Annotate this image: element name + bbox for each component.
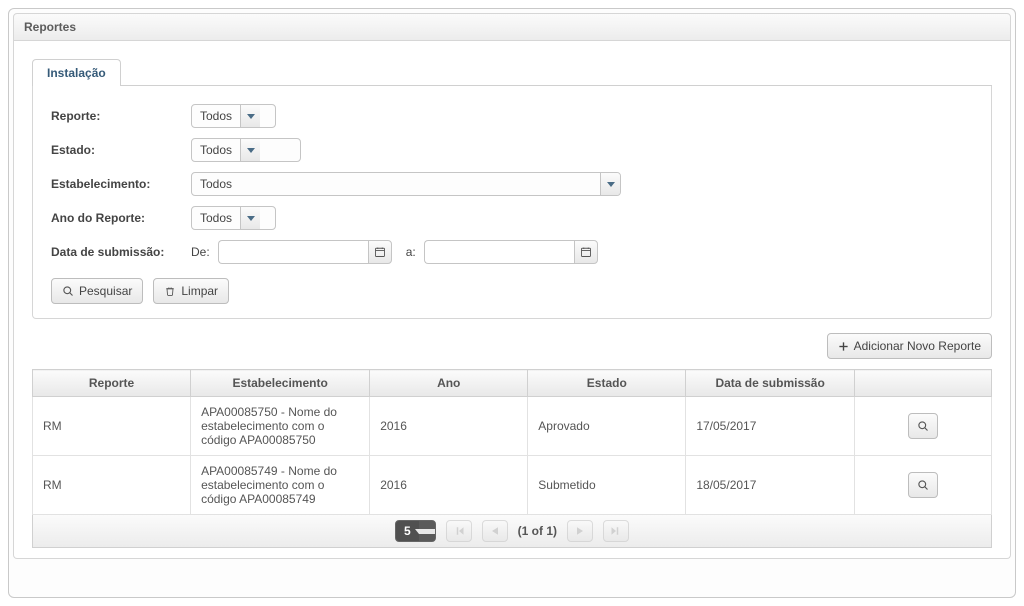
chevron-down-icon [419, 521, 435, 541]
tab-bar: Instalação [32, 59, 992, 86]
search-button-label: Pesquisar [79, 284, 132, 298]
page-first-button[interactable] [446, 520, 472, 542]
filters-box: Reporte: Todos Estado: Todos Estabelecim… [32, 86, 992, 319]
ano-select[interactable]: Todos [191, 206, 276, 230]
col-reporte: Reporte [33, 370, 191, 397]
col-estado: Estado [528, 370, 686, 397]
estab-select[interactable]: Todos [191, 172, 621, 196]
cell-data: 17/05/2017 [686, 397, 855, 456]
calendar-icon[interactable] [574, 240, 598, 264]
paginator: 5 (1 of 1) [32, 515, 992, 548]
page-position: (1 of 1) [518, 524, 557, 538]
chevron-down-icon [240, 105, 260, 127]
date-to-group [424, 240, 598, 264]
clear-button-label: Limpar [181, 284, 218, 298]
ano-label: Ano do Reporte: [51, 211, 191, 225]
page-size-select[interactable]: 5 [395, 520, 436, 542]
col-actions [854, 370, 991, 397]
search-button[interactable]: Pesquisar [51, 278, 143, 304]
chevron-down-icon [240, 207, 260, 229]
estado-select[interactable]: Todos [191, 138, 301, 162]
col-estabelecimento: Estabelecimento [191, 370, 370, 397]
estado-select-value: Todos [192, 139, 240, 161]
table-row: RM APA00085750 - Nome do estabelecimento… [33, 397, 992, 456]
tab-label: Instalação [47, 66, 106, 80]
page-prev-button[interactable] [482, 520, 508, 542]
table-header-row: Reporte Estabelecimento Ano Estado Data … [33, 370, 992, 397]
estado-label: Estado: [51, 143, 191, 157]
add-report-button-label: Adicionar Novo Reporte [854, 339, 981, 353]
reports-panel: Reportes Instalação Reporte: Todos Estad… [8, 8, 1016, 598]
date-from-group [218, 240, 392, 264]
trash-icon [164, 285, 176, 297]
search-icon [917, 479, 929, 491]
view-row-button[interactable] [908, 472, 938, 498]
table-row: RM APA00085749 - Nome do estabelecimento… [33, 456, 992, 515]
de-label: De: [191, 245, 210, 259]
clear-button[interactable]: Limpar [153, 278, 229, 304]
search-icon [917, 420, 929, 432]
plus-icon [838, 341, 849, 352]
chevron-down-icon [600, 173, 620, 195]
reports-table: Reporte Estabelecimento Ano Estado Data … [32, 369, 992, 515]
page-last-button[interactable] [603, 520, 629, 542]
panel-body: Instalação Reporte: Todos Estado: Todos … [13, 41, 1011, 559]
search-icon [62, 285, 74, 297]
cell-estado: Aprovado [528, 397, 686, 456]
chevron-down-icon [240, 139, 260, 161]
estab-select-value: Todos [192, 173, 600, 195]
date-to-input[interactable] [424, 240, 574, 264]
cell-ano: 2016 [370, 397, 528, 456]
data-submissao-label: Data de submissão: [51, 245, 191, 259]
estab-label: Estabelecimento: [51, 177, 191, 191]
tab-instalacao[interactable]: Instalação [32, 59, 121, 86]
cell-reporte: RM [33, 397, 191, 456]
page-next-button[interactable] [567, 520, 593, 542]
ano-select-value: Todos [192, 207, 240, 229]
add-report-button[interactable]: Adicionar Novo Reporte [827, 333, 992, 359]
reporte-select[interactable]: Todos [191, 104, 276, 128]
cell-estabelecimento: APA00085750 - Nome do estabelecimento co… [191, 397, 370, 456]
cell-estabelecimento: APA00085749 - Nome do estabelecimento co… [191, 456, 370, 515]
cell-data: 18/05/2017 [686, 456, 855, 515]
cell-ano: 2016 [370, 456, 528, 515]
panel-title: Reportes [13, 13, 1011, 41]
col-ano: Ano [370, 370, 528, 397]
a-label: a: [406, 245, 416, 259]
cell-reporte: RM [33, 456, 191, 515]
calendar-icon[interactable] [368, 240, 392, 264]
col-data-submissao: Data de submissão [686, 370, 855, 397]
view-row-button[interactable] [908, 413, 938, 439]
reporte-label: Reporte: [51, 109, 191, 123]
reporte-select-value: Todos [192, 105, 240, 127]
date-from-input[interactable] [218, 240, 368, 264]
cell-estado: Submetido [528, 456, 686, 515]
